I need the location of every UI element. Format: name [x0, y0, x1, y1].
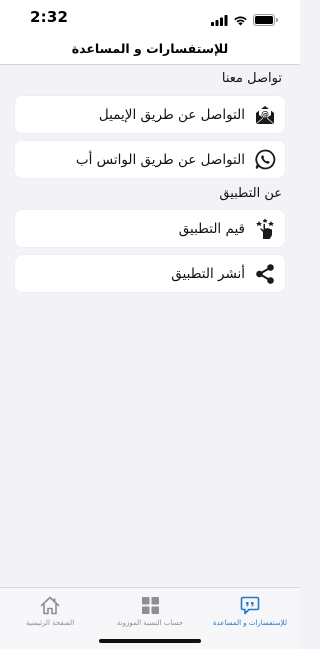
wifi-icon: [233, 11, 248, 30]
status-bar: 2:32: [0, 0, 300, 34]
section-header-about: عن التطبيق: [219, 186, 282, 201]
navigation-bar: للإستفسارات و المساعدة: [0, 34, 300, 65]
share-app-label: أنشر التطبيق: [171, 265, 245, 282]
status-time: 2:32: [30, 8, 69, 26]
whatsapp-icon: [253, 148, 277, 172]
email-icon: @: [253, 103, 277, 127]
tab-help-label: للإستفسارات و المساعدة: [213, 619, 287, 627]
rate-app-label: قيم التطبيق: [178, 220, 245, 237]
battery-icon: [253, 11, 278, 30]
share-icon: [253, 262, 277, 286]
contact-whatsapp-label: التواصل عن طريق الواتس أب: [75, 151, 245, 168]
rate-hand-icon: [253, 217, 277, 241]
status-icons: [211, 11, 278, 30]
share-app-button[interactable]: أنشر التطبيق: [15, 255, 285, 292]
tab-weighted-average-label: حساب النسبة الموزونة: [116, 619, 184, 627]
page-title: للإستفسارات و المساعدة: [71, 41, 229, 56]
contact-email-button[interactable]: @ التواصل عن طريق الإيميل: [15, 96, 285, 133]
tab-home-label: الصفحة الرئيسية: [25, 619, 75, 627]
home-icon: [40, 595, 60, 615]
rate-app-button[interactable]: قيم التطبيق: [15, 210, 285, 247]
grid-icon: [141, 595, 159, 615]
home-indicator: [99, 639, 201, 643]
chat-bubble-icon: [240, 595, 260, 615]
signal-icon: [211, 11, 228, 30]
contact-whatsapp-button[interactable]: التواصل عن طريق الواتس أب: [15, 141, 285, 178]
tab-help[interactable]: للإستفسارات و المساعدة: [200, 588, 300, 649]
contact-email-label: التواصل عن طريق الإيميل: [98, 106, 245, 123]
section-header-contact: تواصل معنا: [221, 71, 282, 86]
tab-home[interactable]: الصفحة الرئيسية: [0, 588, 100, 649]
